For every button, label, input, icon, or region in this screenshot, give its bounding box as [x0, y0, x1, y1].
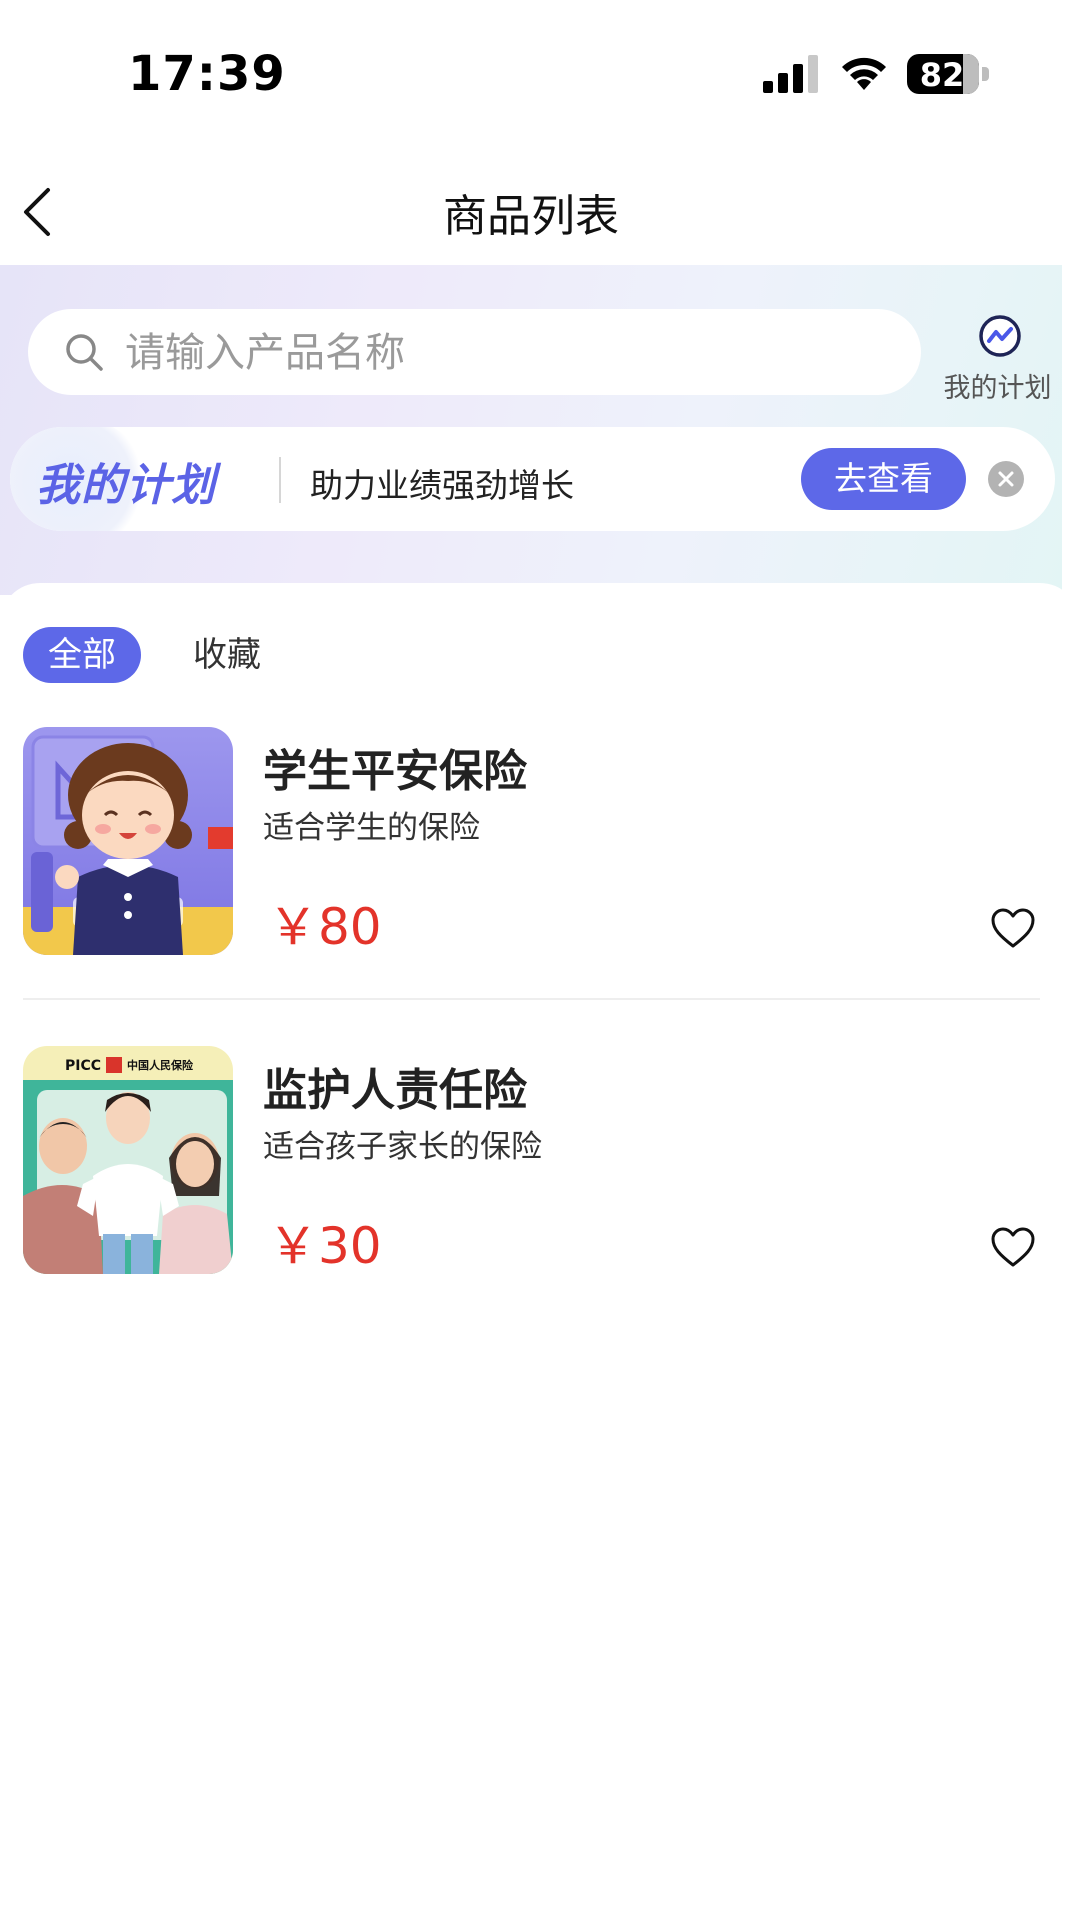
tab-favorites[interactable]: 收藏 [193, 627, 261, 683]
tab-all[interactable]: 全部 [23, 627, 141, 683]
view-plan-button[interactable]: 去查看 [801, 448, 966, 510]
heart-icon[interactable] [990, 907, 1036, 949]
search-input[interactable] [123, 309, 887, 397]
product-price: ￥80 [268, 898, 382, 956]
product-price: ￥30 [268, 1217, 382, 1275]
search-bar[interactable] [28, 309, 921, 397]
product-title: 学生平安保险 [263, 746, 527, 797]
battery-icon: 82 [907, 54, 989, 94]
product-item[interactable]: 学生平安保险 适合学生的保险 ￥80 [0, 727, 1080, 957]
banner-divider [279, 457, 281, 503]
banner-slogan: 助力业绩强劲增长 [310, 466, 574, 505]
signal-icon [763, 55, 818, 93]
product-item[interactable]: PICC 中国人民保险 监护人责任险 适合孩子家长的保险 ￥30 [0, 1046, 1080, 1276]
trend-chart-icon [979, 315, 1021, 357]
thumb-brand-picc: PICC [65, 1058, 101, 1074]
product-thumbnail-student[interactable] [23, 727, 233, 955]
wifi-icon [842, 57, 886, 90]
product-title: 监护人责任险 [263, 1065, 527, 1116]
product-description: 适合孩子家长的保险 [263, 1129, 542, 1165]
search-icon [66, 334, 103, 371]
banner-logo-text: 我的计划 [36, 460, 216, 511]
close-icon[interactable] [988, 461, 1024, 497]
heart-icon[interactable] [990, 1226, 1036, 1268]
nav-bar: 商品列表 [0, 150, 1080, 265]
plan-banner[interactable]: 我的计划 助力业绩强劲增长 去查看 [10, 427, 1055, 531]
battery-level: 82 [919, 56, 965, 94]
thumb-brand-cn: 中国人民保险 [127, 1058, 194, 1072]
product-thumbnail-guardian[interactable]: PICC 中国人民保险 [23, 1046, 233, 1274]
status-bar: 17:39 82 [0, 0, 1080, 150]
status-time: 17:39 [128, 46, 286, 102]
my-plan-shortcut[interactable]: 我的计划 [935, 308, 1060, 408]
my-plan-label: 我的计划 [943, 373, 1052, 404]
product-description: 适合学生的保险 [263, 810, 480, 846]
list-divider [23, 998, 1040, 1000]
page-title: 商品列表 [443, 191, 619, 242]
